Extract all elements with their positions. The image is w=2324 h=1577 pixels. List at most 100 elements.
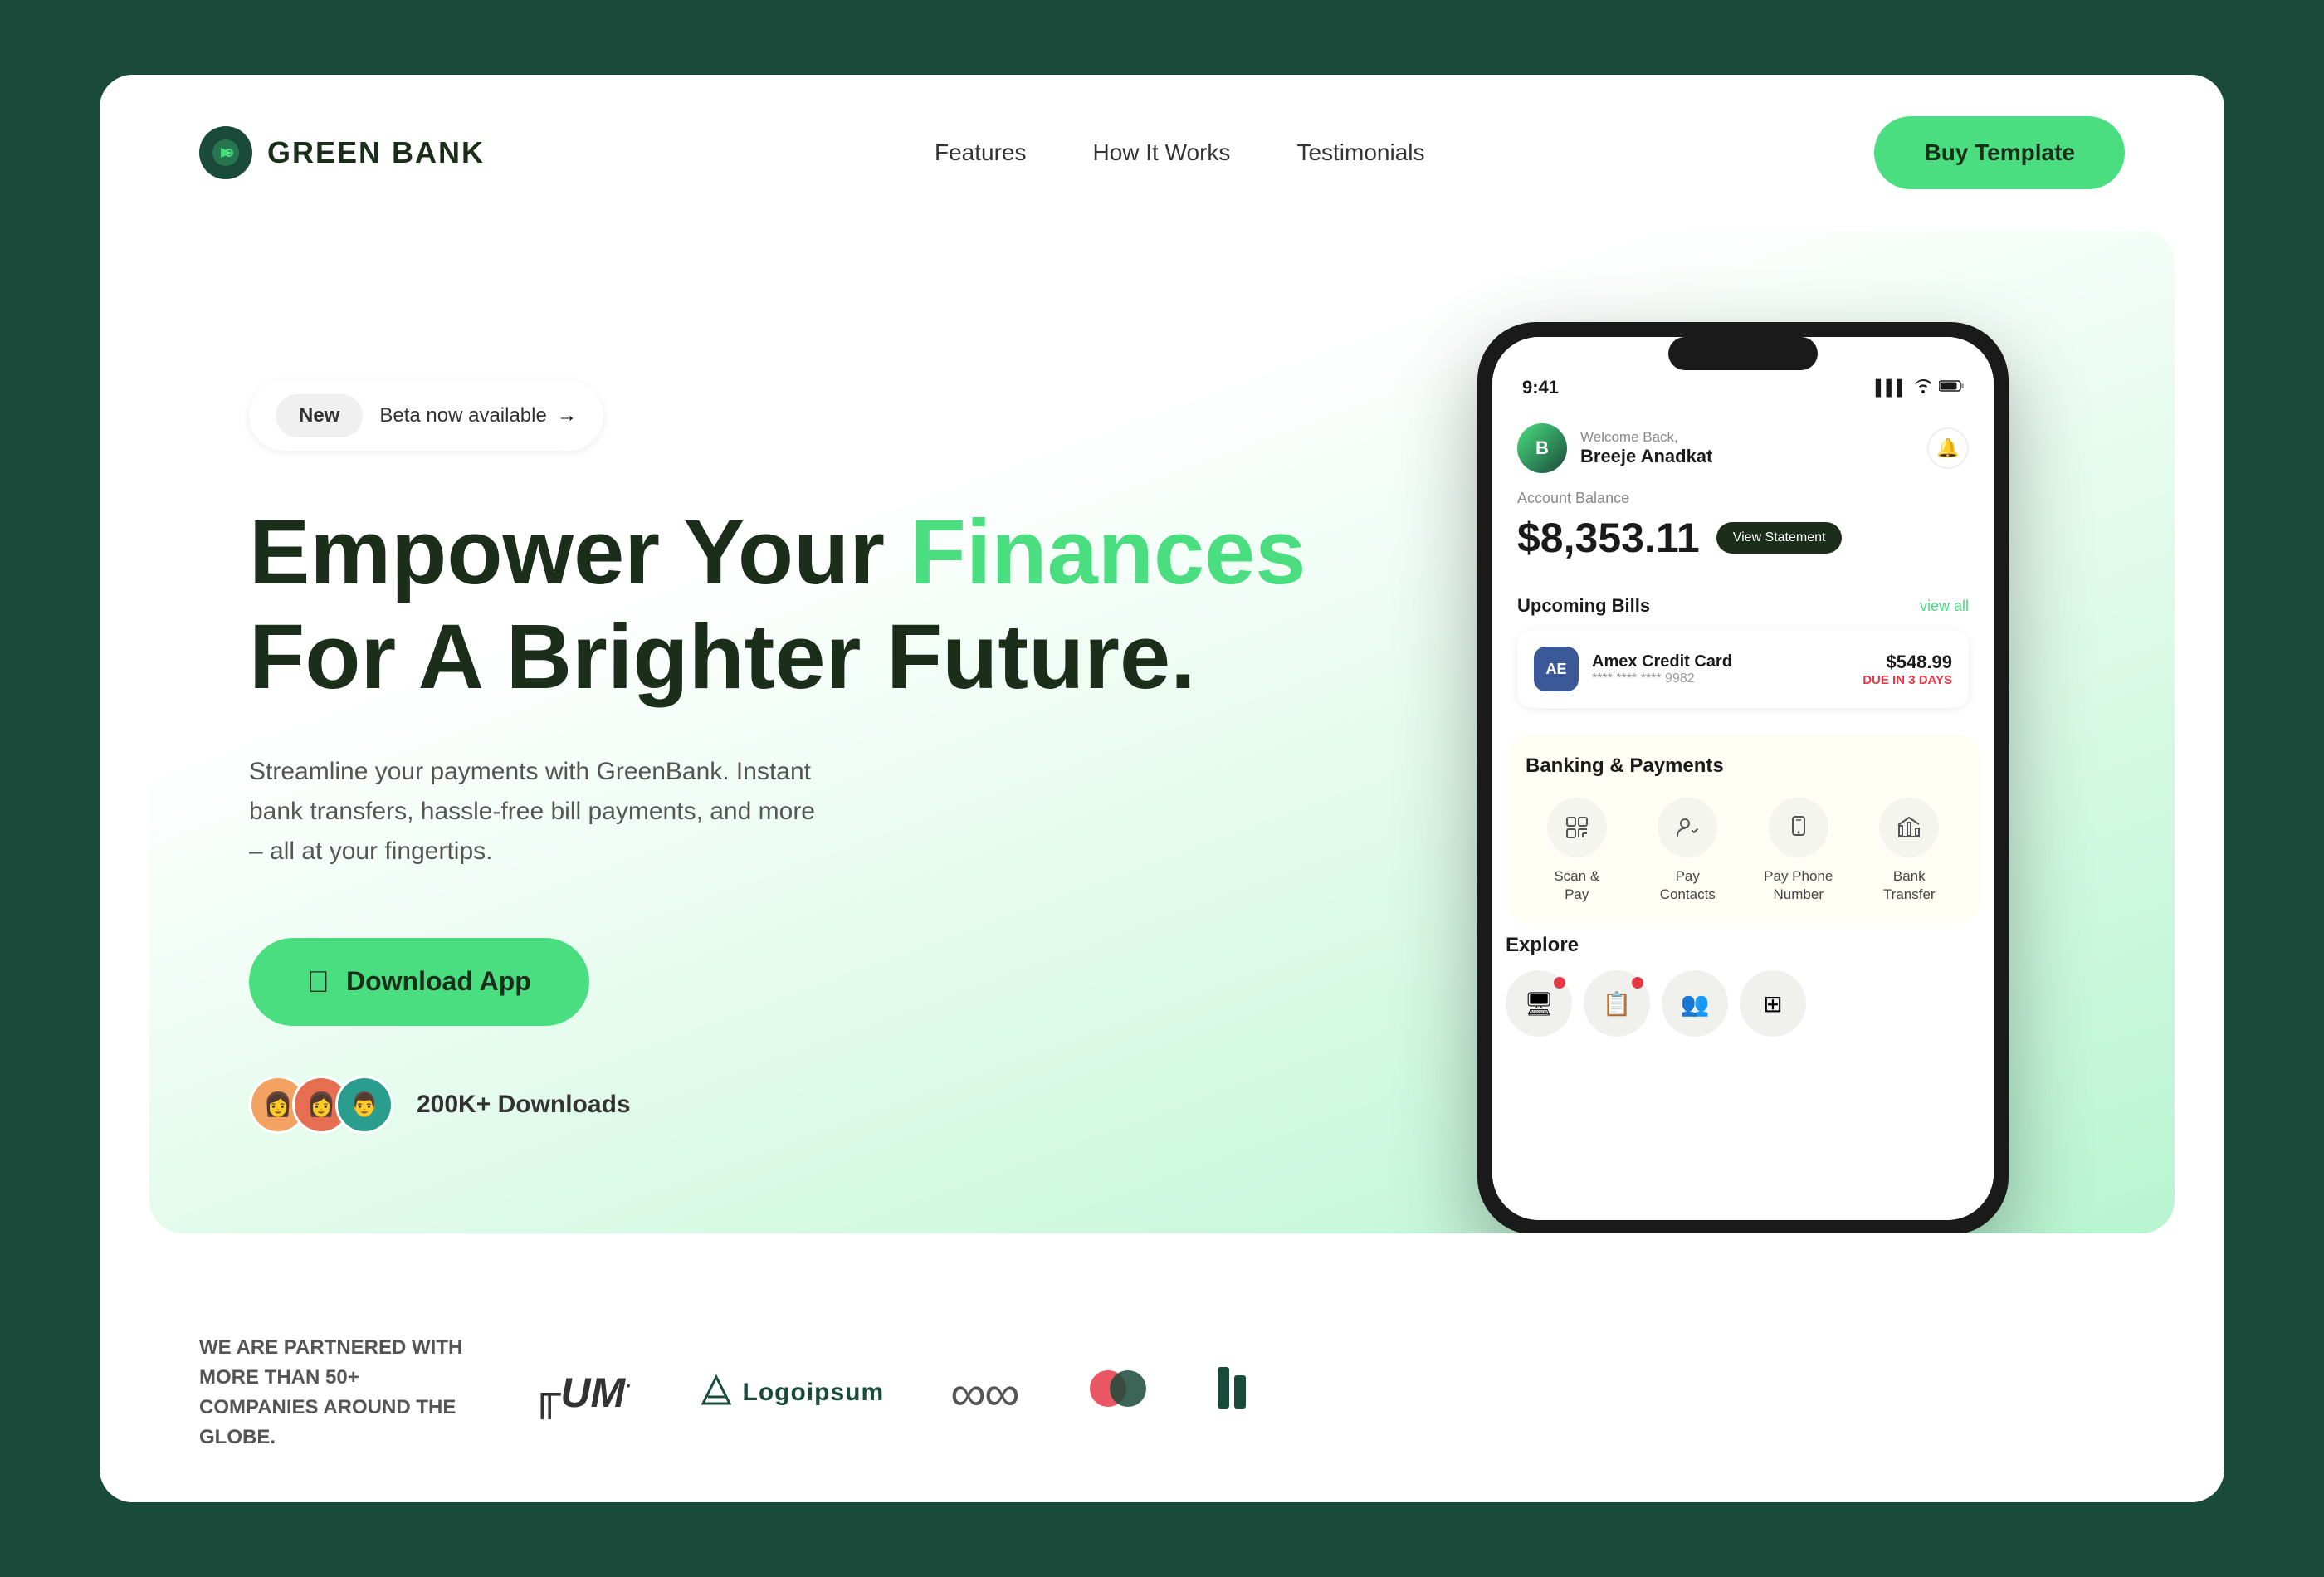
page-container: GREEN BANK Features How It Works Testimo… — [100, 75, 2224, 1502]
partner-mastercard — [1085, 1368, 1151, 1418]
bank-transfer-label: BankTransfer — [1883, 867, 1936, 904]
phone-screen: 9:41 ▌▌▌ — [1492, 337, 1994, 1220]
explore-item-4[interactable]: ⊞ — [1740, 970, 1806, 1037]
explore-icon-3: 👥 — [1681, 990, 1710, 1018]
partners-logos: ╓UM· Logoipsum ∞∞ — [531, 1365, 2125, 1422]
phone-content: B Welcome Back, Breeje Anadkat 🔔 Account… — [1492, 407, 1994, 1220]
partner-um: ╓UM· — [531, 1369, 632, 1417]
bank-transfer-icon — [1879, 798, 1939, 857]
mastercard-icon — [1085, 1368, 1151, 1418]
banking-scan-pay[interactable]: Scan &Pay — [1526, 798, 1628, 904]
phone-frame: 9:41 ▌▌▌ — [1477, 322, 2009, 1233]
status-time: 9:41 — [1522, 377, 1559, 398]
amex-icon: AE — [1545, 661, 1566, 678]
um-icon: ╓UM· — [531, 1369, 632, 1417]
explore-grid: 🖥 📋 👥 — [1506, 970, 1980, 1037]
wifi-icon — [1914, 378, 1932, 398]
hero-title-line2: For A Brighter Future. — [249, 606, 1196, 708]
status-icons: ▌▌▌ — [1876, 378, 1964, 398]
signal-icon: ▌▌▌ — [1876, 379, 1907, 397]
logo-area: GREEN BANK — [199, 126, 485, 179]
banking-title: Banking & Payments — [1526, 754, 1960, 778]
logoipsum-icon — [698, 1374, 735, 1413]
phone-mockup-area: 9:41 ▌▌▌ — [1411, 297, 2075, 1167]
partner-bars — [1218, 1367, 1276, 1418]
hero-title: Empower Your Finances For A Brighter Fut… — [249, 500, 1411, 710]
view-all-link[interactable]: view all — [1920, 598, 1969, 615]
left-content: New Beta now available → Empower Your Fi… — [249, 297, 1411, 1167]
downloads-text: 200K+ Downloads — [417, 1091, 631, 1119]
bars-icon — [1218, 1367, 1276, 1418]
bills-header: Upcoming Bills view all — [1517, 595, 1969, 617]
buy-template-button[interactable]: Buy Template — [1874, 116, 2125, 189]
explore-section: Explore 🖥 📋 — [1492, 934, 1994, 1050]
balance-amount: $8,353.11 — [1517, 514, 1700, 562]
bill-icon: AE — [1534, 647, 1579, 691]
phone-username: Breeje Anadkat — [1580, 446, 1712, 467]
phone-header: B Welcome Back, Breeje Anadkat 🔔 — [1492, 407, 1994, 490]
explore-item-1[interactable]: 🖥 — [1506, 970, 1572, 1037]
badge-container: New Beta now available → — [249, 381, 603, 451]
nav-link-how-it-works[interactable]: How It Works — [1092, 139, 1230, 166]
hero-subtitle: Streamline your payments with GreenBank.… — [249, 752, 830, 872]
explore-icon-1: 🖥 — [1524, 990, 1554, 1018]
download-btn-label: Download App — [346, 966, 531, 997]
partner-logoipsum: Logoipsum — [698, 1374, 885, 1413]
explore-item-3[interactable]: 👥 — [1662, 970, 1728, 1037]
badge-arrow-icon: → — [557, 404, 577, 427]
balance-label: Account Balance — [1517, 490, 1969, 507]
partners-section: WE ARE PARTNERED WITH MORE THAN 50+ COMP… — [100, 1283, 2224, 1502]
phone-avatar: B — [1517, 423, 1567, 473]
explore-title: Explore — [1506, 934, 1980, 957]
avatar-3: 👨 — [335, 1076, 393, 1134]
bill-info: Amex Credit Card **** **** **** 9982 — [1592, 652, 1732, 686]
pay-phone-icon — [1769, 798, 1828, 857]
bill-left: AE Amex Credit Card **** **** **** 9982 — [1534, 647, 1732, 691]
explore-icon-4: ⊞ — [1763, 990, 1782, 1018]
badge-new-label: New — [276, 394, 363, 437]
bills-title: Upcoming Bills — [1517, 595, 1650, 617]
pay-contacts-icon — [1658, 798, 1717, 857]
banking-pay-contacts[interactable]: PayContacts — [1637, 798, 1740, 904]
partners-text: WE ARE PARTNERED WITH MORE THAN 50+ COMP… — [199, 1333, 465, 1452]
badge-beta-text: Beta now available — [379, 404, 546, 427]
nav-links: Features How It Works Testimonials — [935, 139, 1425, 166]
notification-bell[interactable]: 🔔 — [1927, 427, 1969, 469]
apple-icon:  — [307, 964, 330, 999]
download-app-button[interactable]:  Download App — [249, 938, 589, 1026]
view-statement-button[interactable]: View Statement — [1716, 522, 1843, 554]
scan-pay-icon — [1547, 798, 1607, 857]
partner-loops: ∞∞ — [950, 1365, 1018, 1422]
banking-pay-phone[interactable]: Pay PhoneNumber — [1747, 798, 1850, 904]
bill-card: AE Amex Credit Card **** **** **** 9982 … — [1517, 630, 1969, 708]
bill-amount: $548.99 — [1863, 652, 1952, 673]
social-proof: 👩 👩 👨 200K+ Downloads — [249, 1076, 1411, 1134]
balance-section: Account Balance $8,353.11 View Statement — [1492, 490, 1994, 579]
bill-amount-area: $548.99 DUE IN 3 DAYS — [1863, 652, 1952, 687]
navbar: GREEN BANK Features How It Works Testimo… — [100, 75, 2224, 231]
scan-pay-label: Scan &Pay — [1554, 867, 1599, 904]
banking-section: Banking & Payments Scan &Pay — [1506, 735, 1980, 924]
phone-welcome: Welcome Back, — [1580, 429, 1712, 446]
bill-number: **** **** **** 9982 — [1592, 671, 1732, 686]
pay-phone-label: Pay PhoneNumber — [1764, 867, 1833, 904]
explore-item-2[interactable]: 📋 — [1584, 970, 1650, 1037]
bills-section: Upcoming Bills view all AE Amex Credit C — [1492, 579, 1994, 725]
hero-title-plain: Empower Your — [249, 501, 911, 603]
hero-title-highlight: Finances — [911, 501, 1306, 603]
balance-row: $8,353.11 View Statement — [1517, 514, 1969, 562]
explore-icon-2: 📋 — [1603, 990, 1632, 1018]
banking-bank-transfer[interactable]: BankTransfer — [1858, 798, 1961, 904]
avatar-group: 👩 👩 👨 — [249, 1076, 393, 1134]
bill-name: Amex Credit Card — [1592, 652, 1732, 671]
nav-link-features[interactable]: Features — [935, 139, 1027, 166]
banking-grid: Scan &Pay PayContacts — [1526, 798, 1960, 904]
bill-due: DUE IN 3 DAYS — [1863, 673, 1952, 687]
main-content: New Beta now available → Empower Your Fi… — [149, 231, 2175, 1233]
logo-icon — [199, 126, 252, 179]
loops-icon: ∞∞ — [950, 1365, 1018, 1422]
battery-icon — [1939, 379, 1964, 397]
logoipsum-text: Logoipsum — [743, 1379, 885, 1407]
phone-user-info: B Welcome Back, Breeje Anadkat — [1517, 423, 1712, 473]
nav-link-testimonials[interactable]: Testimonials — [1296, 139, 1424, 166]
